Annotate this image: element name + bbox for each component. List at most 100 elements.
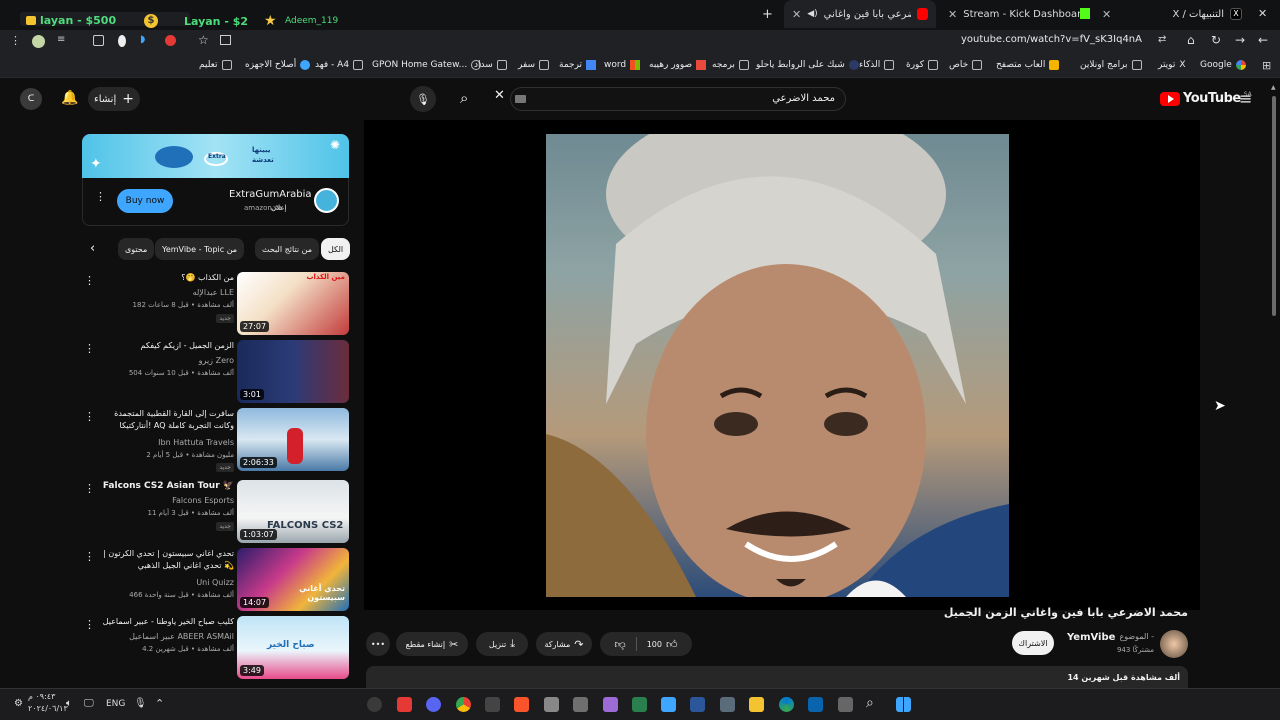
close-tab-icon[interactable]: ✕ bbox=[792, 8, 801, 21]
back-icon[interactable]: ← bbox=[1258, 33, 1268, 47]
settings-gear-icon[interactable]: ⚙ bbox=[14, 698, 23, 709]
list-item[interactable]: ⋮ Falcons CS2 Asian Tour 🦅 Falcons Espor… bbox=[80, 480, 352, 544]
menu-kebab-icon[interactable]: ⋮ bbox=[10, 34, 21, 47]
ad-title[interactable]: ExtraGumArabia bbox=[229, 189, 312, 200]
bookmark-item[interactable]: سداد bbox=[474, 60, 507, 70]
more-options-icon[interactable]: ⋮ bbox=[84, 618, 95, 631]
brave-icon[interactable] bbox=[514, 697, 529, 712]
apps-icon[interactable] bbox=[485, 697, 500, 712]
clear-search-button[interactable]: ✕ bbox=[494, 88, 505, 103]
list-item[interactable]: ⋮ من الكذاب 🤭؟ عبدالإله LLE 182 ألف مشاه… bbox=[80, 272, 352, 336]
bookmark-item[interactable]: سفر bbox=[518, 60, 550, 70]
account-avatar[interactable]: ᑕ bbox=[20, 88, 42, 110]
dislike-button[interactable]: 👎︎ bbox=[609, 638, 632, 651]
channel-name[interactable]: YemVibe الموضوع - bbox=[1067, 632, 1154, 643]
calculator-icon[interactable] bbox=[720, 697, 735, 712]
notifications-bell-icon[interactable]: 🔔 bbox=[61, 90, 78, 106]
video-thumbnail[interactable]: FALCONS CS2 1:03:07 bbox=[237, 480, 349, 543]
video-thumbnail[interactable]: 2:06:33 bbox=[237, 408, 349, 471]
bookmark-item[interactable]: الذكاء bbox=[859, 60, 895, 70]
youtube-logo[interactable]: YouTube SA bbox=[1160, 91, 1252, 106]
tab-youtube-video[interactable]: ✕ ◀) محمد الاضرعي بابا فين واغاني bbox=[784, 0, 936, 28]
taskbar-search-icon[interactable]: ⌕ bbox=[866, 695, 874, 711]
bookmark-item[interactable]: خاص bbox=[949, 60, 983, 70]
bookmark-item[interactable]: تعليم bbox=[199, 60, 232, 70]
channel-avatar[interactable] bbox=[1160, 630, 1188, 658]
apps-grid-icon[interactable]: ⊞ bbox=[1262, 59, 1271, 72]
more-options-icon[interactable]: ⋮ bbox=[84, 482, 95, 495]
tab-x-notifications[interactable]: X / التنبيهات X bbox=[1130, 0, 1250, 28]
file-explorer-icon[interactable] bbox=[749, 697, 764, 712]
taskbar-date[interactable]: ٢٠٢٤/٠٦/١٣ bbox=[28, 704, 68, 713]
bookmark-item[interactable]: كورة bbox=[906, 60, 938, 70]
task-view-icon[interactable] bbox=[838, 697, 853, 712]
language-indicator[interactable]: ENG bbox=[106, 699, 125, 709]
clip-button[interactable]: إنشاء مقطع ✂ bbox=[396, 632, 468, 656]
ad-banner-image[interactable]: ✦ Extra يبينها تعدشة ✺ bbox=[82, 134, 349, 178]
keyboard-icon[interactable] bbox=[515, 95, 526, 103]
video-thumbnail[interactable]: 3:01 bbox=[237, 340, 349, 403]
chrome-icon[interactable] bbox=[456, 697, 471, 712]
like-button[interactable]: 100 👍︎ bbox=[641, 638, 684, 651]
forward-icon[interactable]: → bbox=[1235, 33, 1245, 47]
new-tab-button[interactable]: + bbox=[762, 7, 773, 22]
profile-icon[interactable] bbox=[32, 35, 45, 48]
list-item[interactable]: ⋮ كليب صباح الخير ياوطنا - عبير اسماعيل … bbox=[80, 616, 352, 680]
bookmark-item[interactable]: شبك على الروابط ياحلو bbox=[756, 60, 859, 70]
bookmark-star-icon[interactable]: ☆ bbox=[198, 33, 209, 47]
extensions-icon[interactable] bbox=[93, 35, 104, 46]
chips-scroll-left-icon[interactable]: ‹ bbox=[90, 241, 95, 256]
close-tab-icon[interactable]: ✕ bbox=[1258, 7, 1267, 20]
app-icon[interactable] bbox=[573, 697, 588, 712]
more-options-icon[interactable]: ⋮ bbox=[84, 274, 95, 287]
video-thumbnail[interactable]: مين الكذاب 27:07 bbox=[237, 272, 349, 335]
bookmark-item[interactable]: برمجه bbox=[712, 60, 749, 70]
feather-icon[interactable] bbox=[603, 697, 618, 712]
create-button[interactable]: إنشاء + bbox=[88, 87, 140, 111]
scrollbar-thumb[interactable] bbox=[1272, 96, 1276, 316]
bookmark-item[interactable]: Google bbox=[1200, 60, 1246, 70]
audio-icon[interactable]: ◀) bbox=[807, 9, 817, 19]
ad-buy-now-button[interactable]: Buy now bbox=[117, 189, 173, 213]
word-icon[interactable] bbox=[690, 697, 705, 712]
page-scrollbar[interactable]: ▲ bbox=[1270, 84, 1278, 688]
more-options-icon[interactable]: ⋮ bbox=[84, 342, 95, 355]
share-button[interactable]: مشاركة ↷ bbox=[536, 632, 592, 656]
recorder-icon[interactable] bbox=[397, 697, 412, 712]
ad-advertiser-avatar[interactable] bbox=[314, 188, 339, 213]
more-options-icon[interactable]: ⋮ bbox=[84, 410, 95, 423]
video-frame[interactable] bbox=[546, 134, 1009, 597]
extension-red-icon[interactable] bbox=[165, 35, 176, 46]
video-thumbnail[interactable]: تحدي أغاني سبيستون 14:07 bbox=[237, 548, 349, 611]
media-controls-icon[interactable]: ≡ bbox=[57, 34, 65, 45]
extension-egg-icon[interactable] bbox=[118, 35, 126, 47]
extension-wave-icon[interactable]: ◗ bbox=[140, 34, 145, 45]
bookmark-item[interactable]: العاب متصفح bbox=[996, 60, 1060, 70]
reload-icon[interactable]: ↻ bbox=[1211, 33, 1221, 47]
list-item[interactable]: ⋮ سافرت إلى القارة القطبية المتجمدة أنتا… bbox=[80, 408, 352, 472]
windows-start-icon[interactable] bbox=[896, 697, 911, 712]
more-actions-button[interactable]: ••• bbox=[366, 632, 390, 656]
close-tab-icon[interactable]: ✕ bbox=[1102, 8, 1111, 21]
voice-search-button[interactable]: 🎙 bbox=[410, 86, 436, 112]
obs-icon[interactable] bbox=[367, 697, 382, 712]
site-settings-icon[interactable]: ⇄ bbox=[1158, 34, 1166, 45]
search-button[interactable]: ⌕ bbox=[460, 89, 468, 107]
tab-kick-favicon[interactable]: ✕ bbox=[1094, 0, 1124, 28]
tab-kick-dashboard[interactable]: ✕ Stream - Kick Dashboard bbox=[940, 0, 1090, 28]
edge-icon[interactable] bbox=[779, 697, 794, 712]
notepad-icon[interactable] bbox=[661, 697, 676, 712]
bookmark-item[interactable]: ترجمة bbox=[559, 60, 597, 70]
pen-tool-icon[interactable] bbox=[544, 697, 559, 712]
video-thumbnail[interactable]: صباح الخير 3:49 bbox=[237, 616, 349, 679]
chip-from-search[interactable]: من نتائج البحث bbox=[255, 238, 320, 260]
tray-expand-icon[interactable]: ⌃ bbox=[155, 697, 164, 710]
ad-menu-kebab-icon[interactable]: ⋮ bbox=[95, 190, 106, 203]
address-bar[interactable]: youtube.com/watch?v=fV_sK3Iq4nA bbox=[961, 34, 1142, 45]
subscribe-button[interactable]: الاشتراك bbox=[1012, 631, 1054, 655]
mail-icon[interactable] bbox=[808, 697, 823, 712]
bookmark-item[interactable]: صوور رهيبه bbox=[649, 60, 707, 70]
bookmark-item[interactable]: GPON Home Gatew... bbox=[372, 60, 482, 70]
install-app-icon[interactable] bbox=[220, 35, 231, 45]
chip-yemvibe[interactable]: YemVibe - Topic من bbox=[155, 238, 245, 260]
